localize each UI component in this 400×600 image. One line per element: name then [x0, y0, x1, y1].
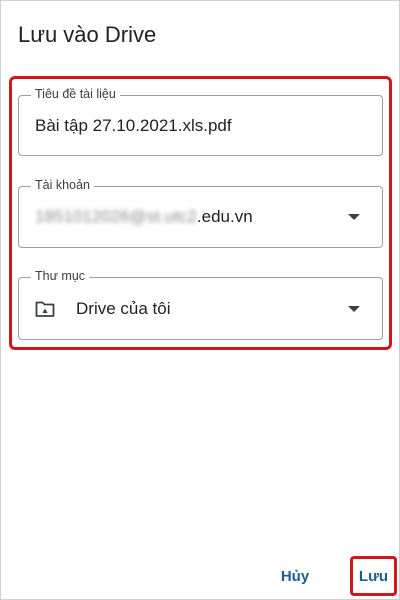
cancel-button[interactable]: Hủy — [270, 563, 320, 589]
account-select[interactable]: Tài khoản 1851012026@st.utc2.edu.vn — [18, 178, 383, 248]
document-title-field[interactable]: Tiêu đề tài liệu Bài tập 27.10.2021.xls.… — [18, 87, 383, 156]
document-title-label: Tiêu đề tài liệu — [31, 87, 120, 101]
dropdown-arrow-icon[interactable] — [348, 305, 360, 312]
save-button[interactable]: Lưu — [350, 556, 397, 596]
drive-folder-icon — [35, 301, 55, 317]
folder-label: Thư mục — [31, 269, 90, 283]
account-label: Tài khoản — [31, 178, 94, 192]
folder-value: Drive của tôi — [76, 298, 171, 318]
account-value: 1851012026@st.utc2.edu.vn — [35, 207, 253, 227]
document-title-value[interactable]: Bài tập 27.10.2021.xls.pdf — [35, 116, 232, 136]
dropdown-arrow-icon[interactable] — [348, 214, 360, 220]
folder-select[interactable]: Thư mục Drive của tôi — [18, 269, 383, 340]
account-email-redacted: 1851012026@st.utc2 — [35, 207, 197, 226]
dialog-title: Lưu vào Drive — [18, 22, 157, 47]
account-email-domain: .edu.vn — [196, 207, 253, 226]
